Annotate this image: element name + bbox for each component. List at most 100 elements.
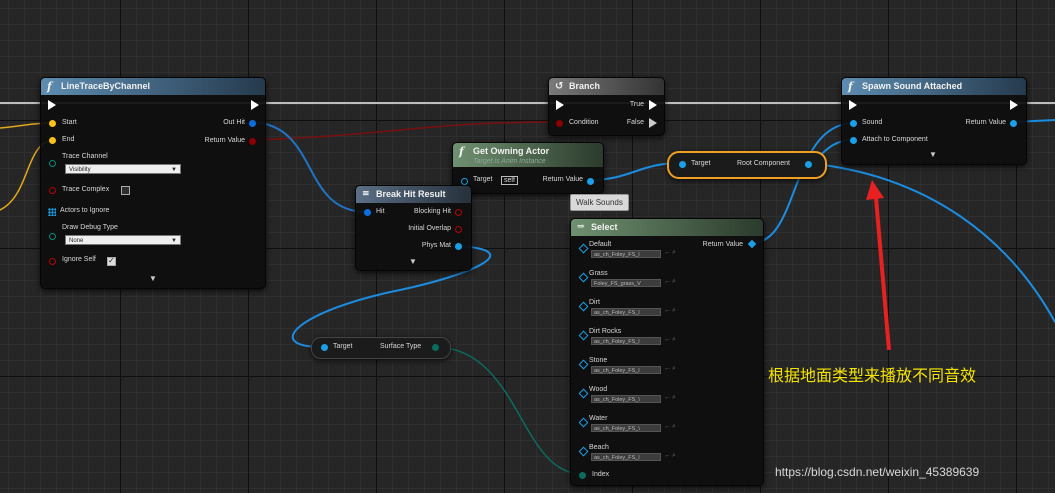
trace-complex-label: Trace Complex [62, 186, 110, 193]
node-get-owning-actor[interactable]: f Get Owning Actor Target is Anim Instan… [452, 142, 604, 194]
return-value-pin[interactable] [747, 239, 757, 249]
option-pin[interactable] [578, 301, 589, 312]
node-surface-type[interactable]: Target Surface Type [311, 337, 451, 359]
browse-asset-icon[interactable]: ⌕ [672, 249, 676, 257]
browse-asset-icon[interactable]: ⌕ [672, 394, 676, 402]
node-header: ↺ Branch [549, 78, 664, 95]
option-pin[interactable] [578, 272, 589, 283]
ignore-self-pin[interactable] [49, 258, 56, 265]
node-select[interactable]: ⇒ Select Return Value Default as_ch_Foley… [570, 218, 764, 486]
browse-asset-icon[interactable]: ⌕ [672, 336, 676, 344]
target-pin[interactable] [461, 178, 468, 185]
target-label: Target [691, 160, 711, 167]
option-pin[interactable] [578, 243, 589, 254]
node-branch[interactable]: ↺ Branch Condition True False [548, 77, 665, 136]
attach-pin[interactable] [850, 137, 857, 144]
draw-debug-dropdown[interactable]: None [65, 235, 181, 246]
hit-label: Hit [376, 208, 385, 215]
option-label: Dirt [589, 299, 600, 306]
node-title: Branch [569, 81, 601, 91]
index-pin[interactable] [579, 472, 586, 479]
exec-out-pin[interactable] [1010, 100, 1018, 110]
initial-overlap-label: Initial Overlap [408, 225, 451, 232]
use-asset-arrow-icon[interactable]: ← [664, 336, 671, 343]
return-value-pin[interactable] [249, 138, 256, 145]
true-exec-pin[interactable] [649, 100, 657, 110]
surface-type-label: Surface Type [380, 343, 422, 350]
expand-arrow-icon[interactable]: ▼ [149, 274, 157, 283]
target-pin[interactable] [321, 344, 328, 351]
node-root-component[interactable]: Target Root Component [667, 151, 827, 179]
use-asset-arrow-icon[interactable]: ← [664, 365, 671, 372]
option-pin[interactable] [578, 330, 589, 341]
use-asset-arrow-icon[interactable]: ← [664, 278, 671, 285]
return-value-pin[interactable] [1010, 120, 1017, 127]
return-value-pin[interactable] [587, 178, 594, 185]
option-asset-field[interactable]: as_ch_Foley_FS_\ [591, 424, 661, 432]
browse-asset-icon[interactable]: ⌕ [672, 307, 676, 315]
option-pin[interactable] [578, 417, 589, 428]
target-pin[interactable] [679, 161, 686, 168]
exec-in-pin[interactable] [556, 100, 564, 110]
exec-in-pin[interactable] [48, 100, 56, 110]
browse-asset-icon[interactable]: ⌕ [672, 423, 676, 431]
array-pin-icon[interactable] [48, 208, 56, 216]
browse-asset-icon[interactable]: ⌕ [672, 452, 676, 460]
return-value-label: Return Value [204, 137, 245, 144]
option-pin[interactable] [578, 446, 589, 457]
walk-sounds-tooltip: Walk Sounds [570, 194, 629, 211]
start-label: Start [62, 119, 77, 126]
phys-mat-pin[interactable] [455, 243, 462, 250]
option-asset-field[interactable]: as_ch_Foley_FS_l [591, 453, 661, 461]
use-asset-arrow-icon[interactable]: ← [664, 249, 671, 256]
browse-asset-icon[interactable]: ⌕ [672, 278, 676, 286]
trace-channel-pin[interactable] [49, 160, 56, 167]
expand-arrow-icon[interactable]: ▼ [929, 150, 937, 159]
root-component-pin[interactable] [805, 161, 812, 168]
trace-complex-checkbox[interactable] [121, 186, 130, 195]
out-hit-label: Out Hit [223, 119, 245, 126]
object-wire-root-right [806, 162, 1055, 323]
trace-channel-dropdown[interactable]: Visibility [65, 164, 181, 175]
exec-out-pin[interactable] [251, 100, 259, 110]
use-asset-arrow-icon[interactable]: ← [664, 423, 671, 430]
draw-debug-pin[interactable] [49, 233, 56, 240]
node-break-hit-result[interactable]: ≡ Break Hit Result Hit Blocking Hit Init… [355, 185, 472, 271]
option-label: Dirt Rocks [589, 328, 622, 335]
option-asset-field[interactable]: Foley_FS_grass_V [591, 279, 661, 287]
expand-arrow-icon[interactable]: ▼ [409, 257, 417, 266]
node-spawn-sound-attached[interactable]: f Spawn Sound Attached Sound Attach to C… [841, 77, 1027, 165]
condition-pin[interactable] [556, 120, 563, 127]
option-asset-field[interactable]: as_ch_Foley_FS_l [591, 250, 661, 258]
option-asset-field[interactable]: as_ch_Foley_FS_\ [591, 395, 661, 403]
use-asset-arrow-icon[interactable]: ← [664, 452, 671, 459]
use-asset-arrow-icon[interactable]: ← [664, 307, 671, 314]
target-label: Target [473, 176, 493, 183]
end-pin[interactable] [49, 137, 56, 144]
browse-asset-icon[interactable]: ⌕ [672, 365, 676, 373]
sound-pin[interactable] [850, 120, 857, 127]
node-title: Select [591, 222, 618, 232]
bool-wire-condition [251, 121, 561, 141]
ignore-self-checkbox[interactable] [107, 256, 116, 266]
false-exec-pin[interactable] [649, 118, 657, 128]
phys-mat-label: Phys Mat [421, 242, 451, 249]
root-component-label: Root Component [737, 160, 790, 167]
use-asset-arrow-icon[interactable]: ← [664, 394, 671, 401]
blocking-hit-pin[interactable] [455, 209, 462, 216]
out-hit-pin[interactable] [249, 120, 256, 127]
exec-in-pin[interactable] [849, 100, 857, 110]
option-asset-field[interactable]: as_ch_Foley_FS_l [591, 366, 661, 374]
option-pin[interactable] [578, 388, 589, 399]
initial-overlap-pin[interactable] [455, 226, 462, 233]
object-wire-select-sound [751, 122, 854, 244]
hit-pin[interactable] [364, 209, 371, 216]
start-pin[interactable] [49, 120, 56, 127]
option-pin[interactable] [578, 359, 589, 370]
trace-complex-pin[interactable] [49, 187, 56, 194]
true-label: True [629, 101, 644, 108]
surface-type-pin[interactable] [432, 344, 439, 351]
option-asset-field[interactable]: as_ch_Foley_FS_l [591, 337, 661, 345]
node-line-trace-by-channel[interactable]: f LineTraceByChannel Start End Trace Cha… [40, 77, 266, 289]
option-asset-field[interactable]: as_ch_Foley_FS_l [591, 308, 661, 316]
